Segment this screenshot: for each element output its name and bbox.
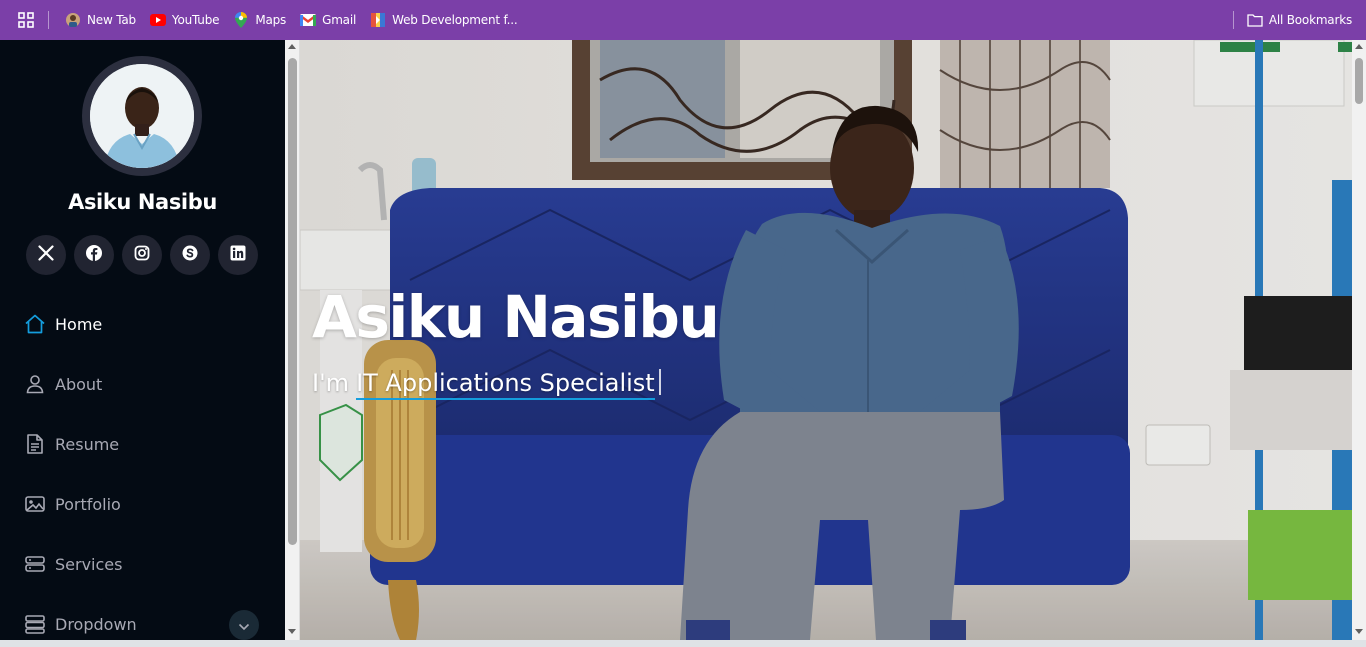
bookmark-youtube[interactable]: YouTube bbox=[144, 6, 227, 34]
profile-name[interactable]: Asiku Nasibu bbox=[0, 190, 285, 214]
folder-icon bbox=[1247, 12, 1263, 28]
nav-menu: Home About Resume Portfolio Services Dro… bbox=[24, 294, 264, 640]
bookmark-label: YouTube bbox=[171, 13, 220, 27]
skype-icon bbox=[182, 245, 198, 266]
nav-item-services[interactable]: Services bbox=[24, 534, 264, 594]
all-bookmarks-separator bbox=[1233, 11, 1234, 29]
page-scroll-down-arrow[interactable] bbox=[1355, 629, 1363, 634]
typed-role-text: IT Applications Specialist bbox=[356, 369, 655, 400]
nav-item-label: Services bbox=[55, 554, 123, 574]
window-bottom-edge bbox=[0, 640, 1366, 647]
facebook-icon bbox=[86, 244, 102, 266]
social-links bbox=[26, 235, 258, 275]
person-icon bbox=[24, 373, 46, 395]
hero-section: Asiku Nasibu I'm IT Applications Special… bbox=[300, 40, 1352, 640]
sidebar-scrollbar-thumb[interactable] bbox=[288, 58, 297, 545]
web-development-icon bbox=[370, 12, 386, 28]
document-icon bbox=[24, 433, 46, 455]
sidebar-scroll-up-arrow[interactable] bbox=[288, 44, 296, 49]
dropdown-toggle[interactable] bbox=[229, 610, 259, 640]
hero-subtitle: I'm IT Applications Specialist bbox=[312, 365, 661, 400]
nav-item-resume[interactable]: Resume bbox=[24, 414, 264, 474]
avatar-frame bbox=[82, 56, 202, 176]
all-bookmarks-label: All Bookmarks bbox=[1268, 13, 1352, 27]
avatar[interactable] bbox=[90, 64, 194, 168]
server-icon bbox=[24, 553, 46, 575]
nav-item-portfolio[interactable]: Portfolio bbox=[24, 474, 264, 534]
page-scrollbar[interactable] bbox=[1352, 40, 1366, 640]
youtube-icon bbox=[149, 12, 166, 28]
nav-item-label: Dropdown bbox=[55, 614, 137, 634]
facebook-link[interactable] bbox=[74, 235, 114, 275]
bookmark-maps[interactable]: Maps bbox=[227, 6, 294, 34]
new-tab-icon bbox=[65, 12, 81, 28]
typed-cursor bbox=[658, 369, 661, 395]
menu-icon bbox=[24, 613, 46, 635]
bookmark-label: Web Development f... bbox=[392, 13, 518, 27]
x-twitter-link[interactable] bbox=[26, 235, 66, 275]
sidebar: Asiku Nasibu Home About Resume Portfolio… bbox=[0, 40, 285, 640]
bookmarks-bar: New Tab YouTube Maps Gmail Web Developme… bbox=[0, 0, 1366, 40]
bookmark-label: New Tab bbox=[87, 13, 136, 27]
x-twitter-icon bbox=[38, 244, 54, 266]
maps-icon bbox=[233, 12, 249, 28]
bookmark-gmail[interactable]: Gmail bbox=[294, 6, 364, 34]
instagram-link[interactable] bbox=[122, 235, 162, 275]
sidebar-scroll-down-arrow[interactable] bbox=[288, 629, 296, 634]
nav-item-label: Home bbox=[55, 314, 103, 334]
page-scrollbar-thumb[interactable] bbox=[1355, 58, 1363, 104]
gmail-icon bbox=[300, 12, 317, 28]
bookmark-label: Maps bbox=[255, 13, 287, 27]
hero-title: Asiku Nasibu bbox=[312, 283, 720, 351]
bookmark-new-tab[interactable]: New Tab bbox=[59, 6, 144, 34]
nav-item-label: Portfolio bbox=[55, 494, 121, 514]
all-bookmarks-button[interactable]: All Bookmarks bbox=[1247, 6, 1352, 34]
apps-grid-icon[interactable] bbox=[13, 7, 39, 33]
bookmark-web-development[interactable]: Web Development f... bbox=[364, 6, 525, 34]
hero-subtitle-prefix: I'm bbox=[312, 369, 350, 397]
nav-item-home[interactable]: Home bbox=[24, 294, 264, 354]
instagram-icon bbox=[134, 245, 150, 266]
bookmarks-separator bbox=[48, 11, 49, 29]
nav-item-dropdown[interactable]: Dropdown bbox=[24, 594, 264, 640]
nav-item-about[interactable]: About bbox=[24, 354, 264, 414]
linkedin-icon bbox=[230, 245, 246, 266]
page-scroll-up-arrow[interactable] bbox=[1355, 44, 1363, 49]
skype-link[interactable] bbox=[170, 235, 210, 275]
linkedin-link[interactable] bbox=[218, 235, 258, 275]
nav-item-label: About bbox=[55, 374, 103, 394]
chevron-down-icon bbox=[238, 616, 250, 635]
bookmark-label: Gmail bbox=[322, 13, 357, 27]
nav-item-label: Resume bbox=[55, 434, 120, 454]
house-icon bbox=[24, 313, 46, 335]
images-icon bbox=[24, 493, 46, 515]
